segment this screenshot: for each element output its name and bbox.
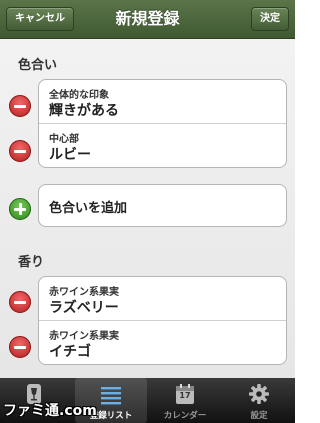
minus-icon <box>14 150 26 153</box>
minus-icon <box>14 105 26 108</box>
tab-label: カレンダー <box>163 411 207 421</box>
item-label: 赤ワイン系果実 <box>49 287 119 298</box>
list-item[interactable]: 全体的な印象 輝きがある <box>39 80 286 124</box>
add-color-button[interactable]: 色合いを追加 <box>39 185 286 226</box>
item-value: ルビー <box>49 147 91 163</box>
item-value: ラズベリー <box>49 300 119 316</box>
done-button[interactable]: 決定 <box>251 7 289 31</box>
list-item[interactable]: 赤ワイン系果実 ラズベリー <box>39 277 286 321</box>
aroma-list: 赤ワイン系果実 ラズベリー 赤ワイン系果実 イチゴ <box>38 276 287 365</box>
remove-color-item-2-button[interactable] <box>9 140 31 162</box>
item-label: 全体的な印象 <box>49 90 109 101</box>
section-title-aroma: 香り <box>18 255 45 270</box>
tab-calendar[interactable]: 17 カレンダー <box>150 378 220 423</box>
color-list: 全体的な印象 輝きがある 中心部 ルビー <box>38 79 287 168</box>
list-item[interactable]: 中心部 ルビー <box>39 124 286 167</box>
tab-settings[interactable]: 設定 <box>228 378 290 423</box>
remove-color-item-1-button[interactable] <box>9 95 31 117</box>
minus-icon <box>14 301 26 304</box>
content-area: 色合い 全体的な印象 輝きがある 中心部 ルビー 色合いを追加 香り 赤ワイン系… <box>0 39 295 378</box>
list-item[interactable]: 赤ワイン系果実 イチゴ <box>39 321 286 364</box>
item-value: イチゴ <box>49 344 91 360</box>
add-color-plus-button[interactable] <box>9 198 31 220</box>
item-label: 中心部 <box>49 134 79 145</box>
add-color-group: 色合いを追加 <box>38 184 287 227</box>
minus-icon <box>14 346 26 349</box>
remove-aroma-item-2-button[interactable] <box>9 336 31 358</box>
watermark: ファミ通.com <box>3 403 97 419</box>
gear-icon <box>249 383 269 405</box>
section-title-color: 色合い <box>18 58 58 73</box>
navigation-bar: キャンセル 新規登録 決定 <box>0 0 295 39</box>
calendar-date: 17 <box>179 391 191 400</box>
remove-aroma-item-1-button[interactable] <box>9 291 31 313</box>
item-value: 輝きがある <box>49 103 119 119</box>
tab-label: 設定 <box>250 411 268 421</box>
add-color-label: 色合いを追加 <box>49 201 128 216</box>
item-label: 赤ワイン系果実 <box>49 331 119 342</box>
list-icon <box>101 383 121 405</box>
page-title: 新規登録 <box>115 9 180 28</box>
